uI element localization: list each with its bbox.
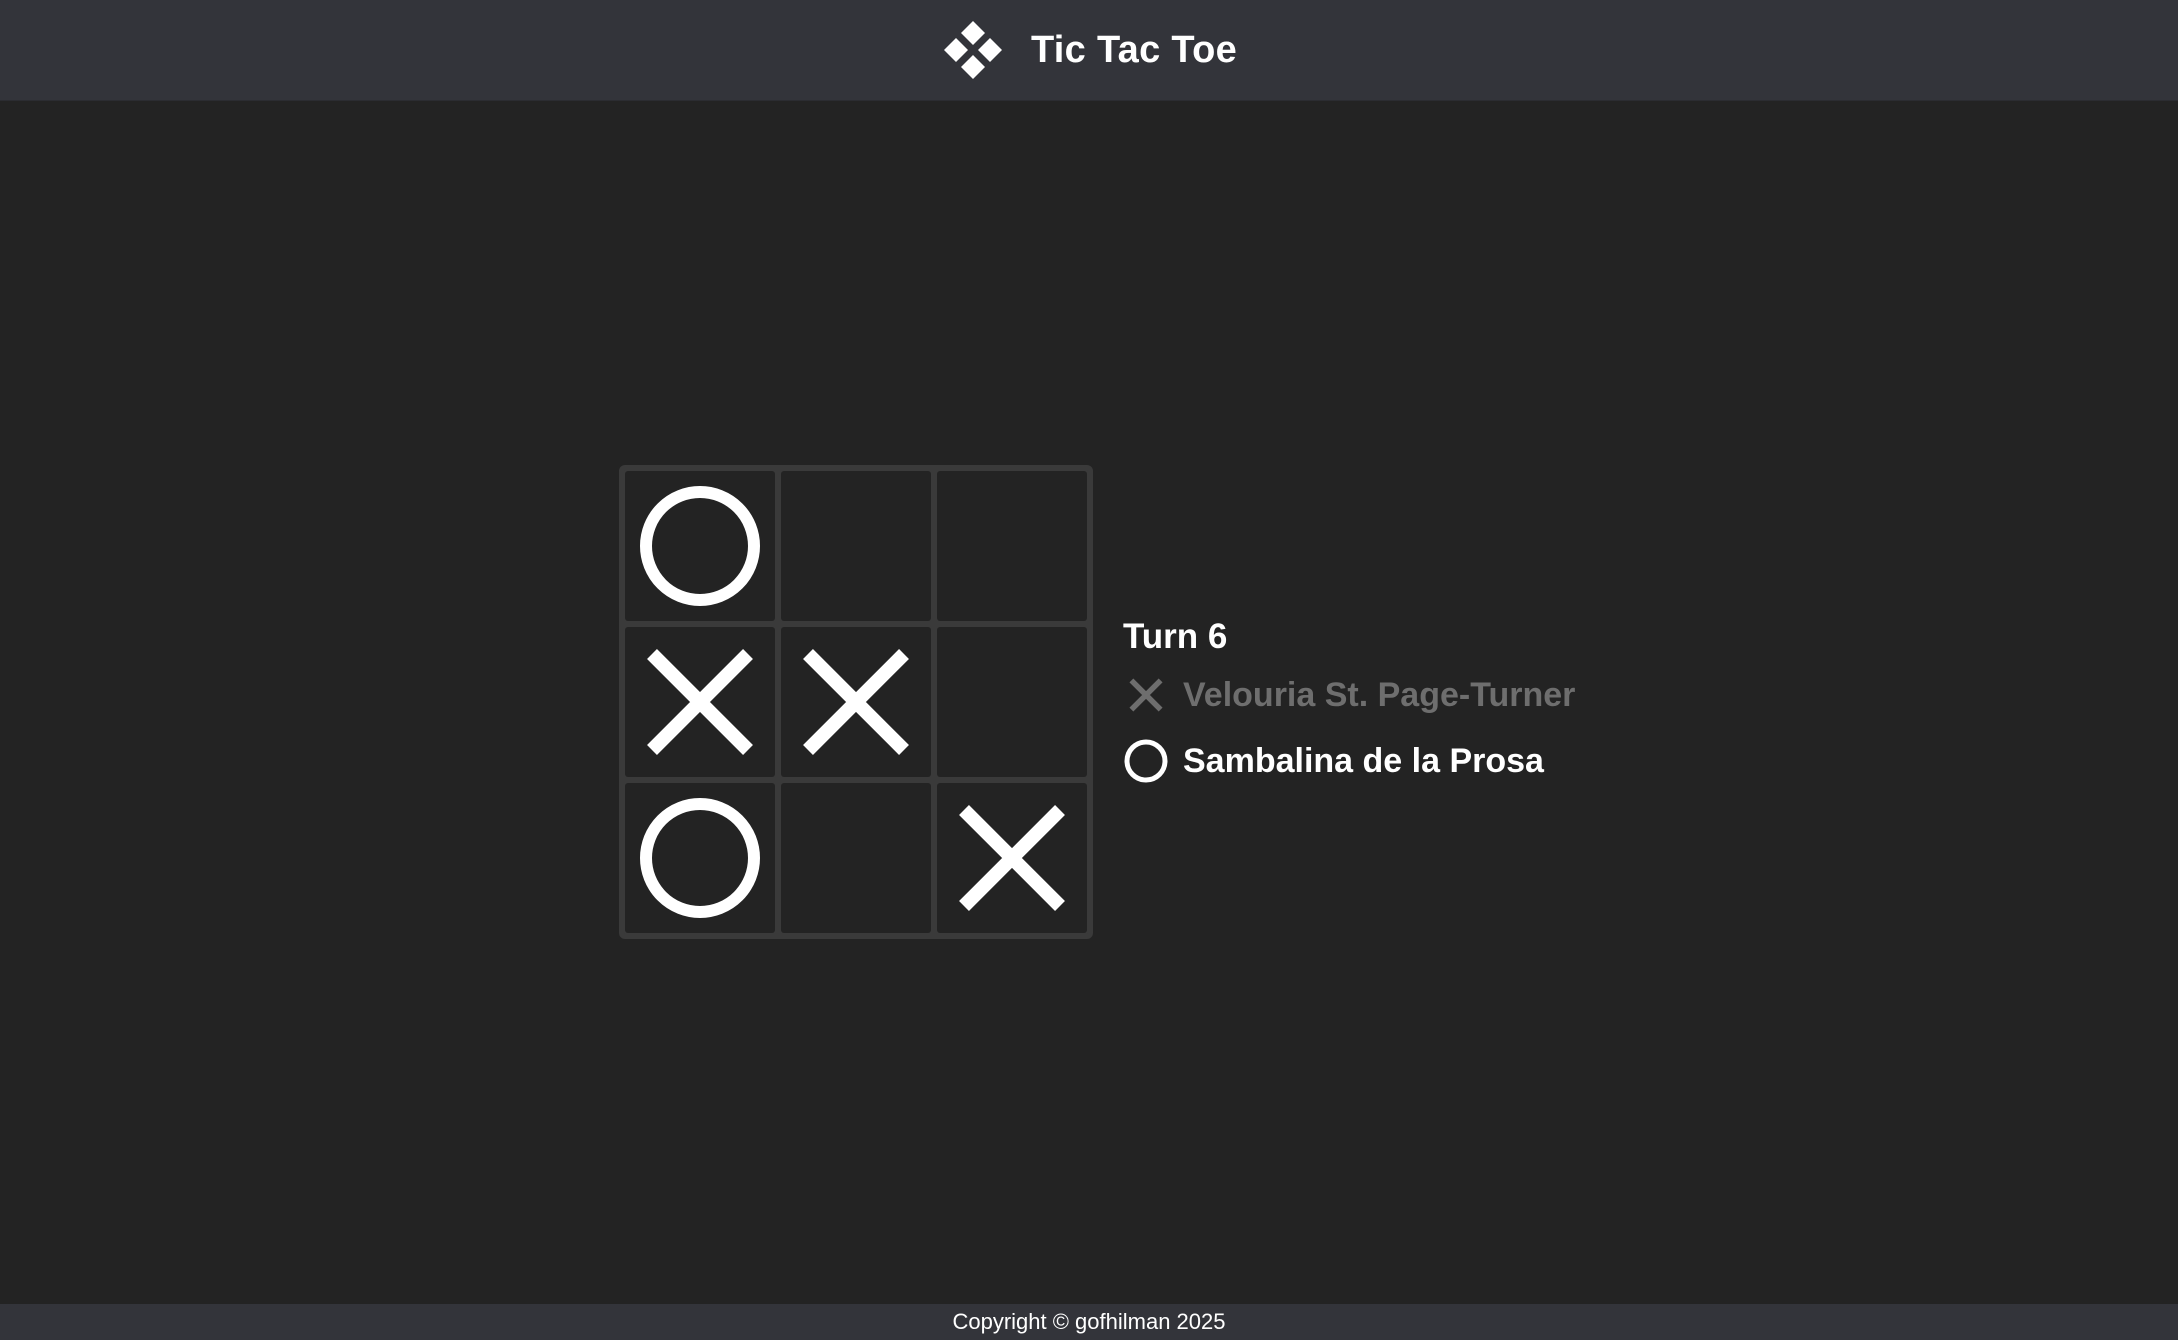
header-brand: Tic Tac Toe	[941, 18, 1237, 82]
footer: Copyright © gofhilman 2025	[0, 1304, 2178, 1340]
board-cell-6[interactable]	[937, 627, 1087, 777]
board-cell-7[interactable]	[625, 783, 775, 933]
player-o: Sambalina de la Prosa	[1123, 728, 1575, 794]
board-cell-8[interactable]	[781, 783, 931, 933]
turn-counter: Turn 6	[1123, 617, 1228, 656]
board-cell-3[interactable]	[937, 471, 1087, 621]
board-cell-5[interactable]	[781, 627, 931, 777]
four-diamonds-logo-icon	[943, 21, 1002, 79]
board-cell-9[interactable]	[937, 783, 1087, 933]
x-mark-icon	[959, 805, 1065, 911]
o-mark-icon	[640, 798, 760, 918]
board-cell-1[interactable]	[625, 471, 775, 621]
game-info-panel: Turn 6 Velouria St. Page-Turner Sambalin…	[1123, 612, 1575, 794]
player-x: Velouria St. Page-Turner	[1123, 662, 1575, 728]
copyright-text: Copyright © gofhilman 2025	[952, 1309, 1226, 1334]
app-title: Tic Tac Toe	[1030, 28, 1238, 71]
o-mark-icon	[1123, 738, 1169, 784]
o-mark-icon	[640, 486, 760, 606]
board-cell-2[interactable]	[781, 471, 931, 621]
player-o-name: Sambalina de la Prosa	[1183, 741, 1544, 780]
player-x-name: Velouria St. Page-Turner	[1183, 675, 1576, 714]
app-header: Tic Tac Toe	[0, 0, 2178, 101]
x-mark-icon	[647, 649, 753, 755]
x-mark-icon	[803, 649, 909, 755]
game-board	[619, 465, 1093, 939]
board-cell-4[interactable]	[625, 627, 775, 777]
x-mark-icon	[1123, 672, 1169, 718]
